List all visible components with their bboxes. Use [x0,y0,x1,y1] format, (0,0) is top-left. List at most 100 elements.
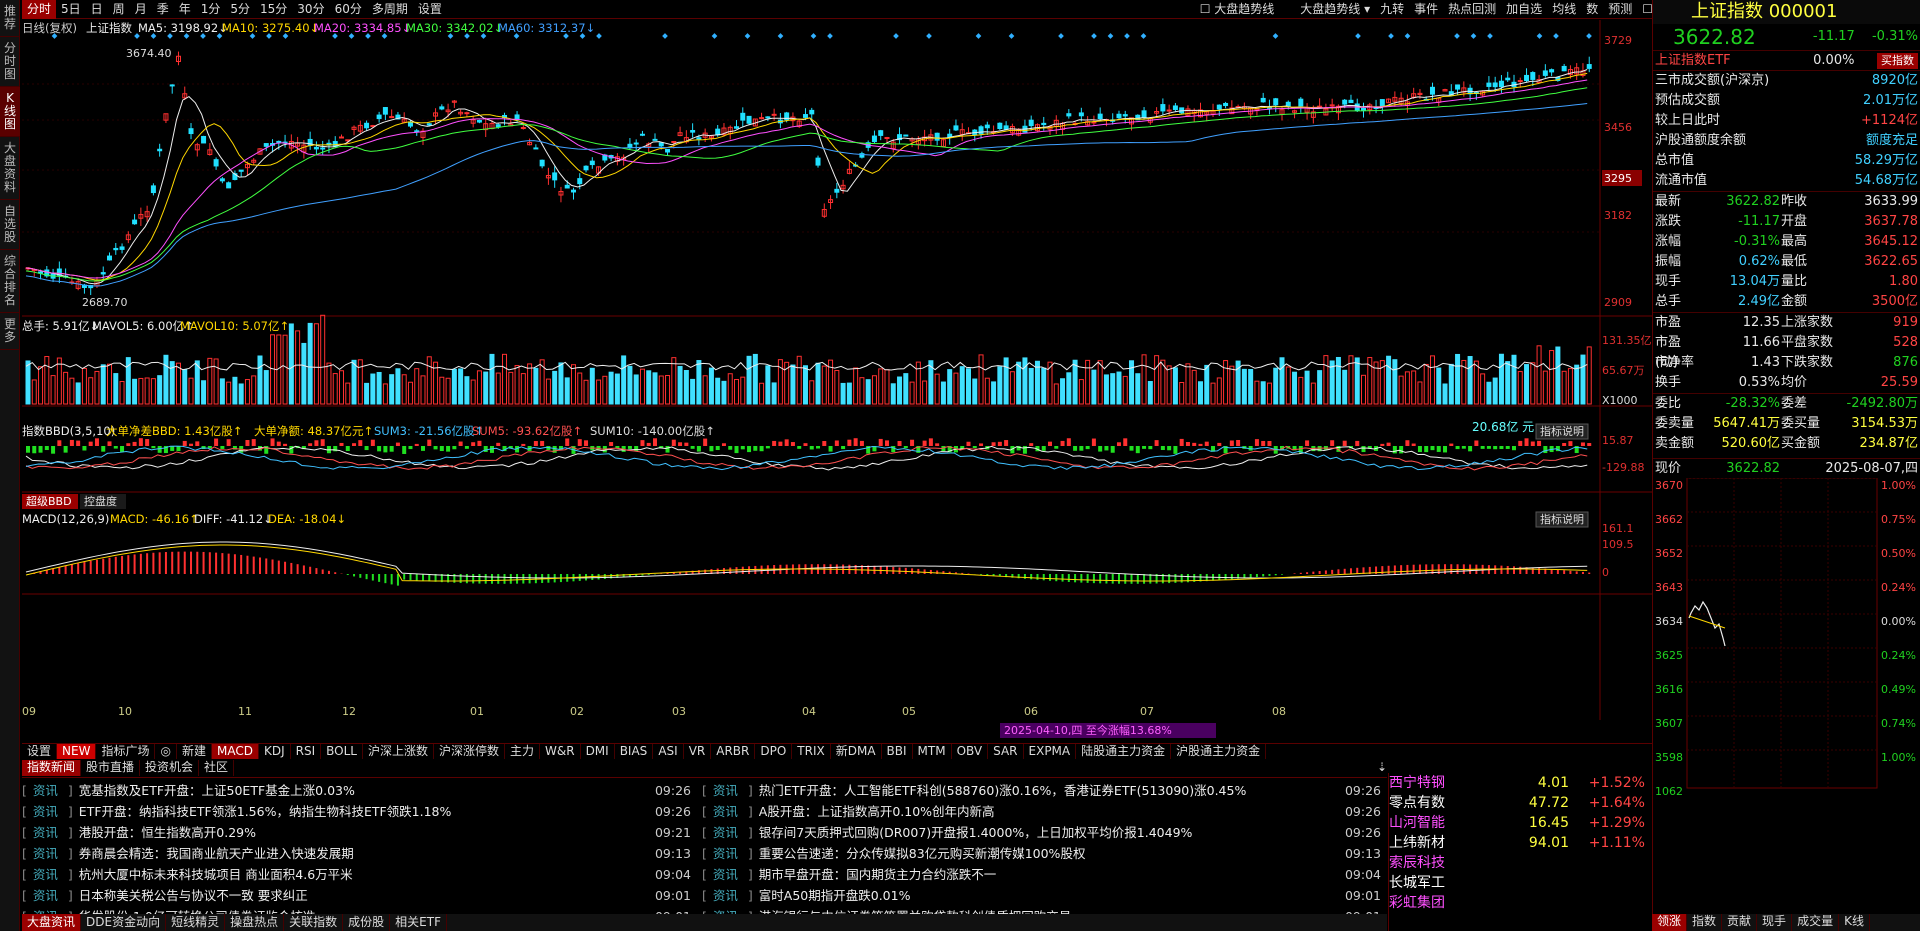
indicator-tab[interactable]: W&R [540,744,581,759]
right-footer-tab[interactable]: 成交量 [1792,914,1840,931]
indicator-tab[interactable]: MTM [913,744,952,759]
right-footer-tab[interactable]: 指数 [1687,914,1723,931]
indicator-tab[interactable]: RSI [291,744,322,759]
news-item[interactable]: [资讯] 日本称美关税公告与协议不一致 要求纠正 09:01 [22,885,697,906]
news-item[interactable]: [资讯] 杭州大厦中标未来科技城项目 商业面积4.6万平米 09:04 [22,864,697,885]
moving-average-button[interactable]: 均线 [1547,0,1581,19]
trend-line-dropdown[interactable]: 大盘趋势线 ▾ [1295,0,1375,19]
indicator-tab[interactable]: KDJ [259,744,291,759]
nav-more[interactable]: 更多 [0,313,20,350]
indicator-tab[interactable]: VR [684,744,712,759]
tab-month[interactable]: 月 [130,0,152,19]
indicator-tab[interactable]: DMI [581,744,615,759]
stock-row[interactable]: 上纬新材 94.01 +1.11% [1389,833,1652,853]
indicator-tab[interactable]: BBI [882,744,913,759]
indicator-tab[interactable]: TRIX [792,744,831,759]
kline-chart[interactable]: 日线(复权) 上证指数 MA5: 3198.92↓ MA10: 3275.40↓… [22,20,1652,742]
indicator-tab[interactable]: OBV [952,744,989,759]
footer-tab[interactable]: 短线精灵 [166,914,226,931]
download-icon[interactable]: ⇣ [1377,760,1387,776]
tab-5min[interactable]: 5分 [225,0,255,19]
mini-timeshare-chart[interactable]: 3670 3662 3652 3643 3634 3625 3616 3607 3598 1062… [1653,477,1919,808]
tab-15min[interactable]: 15分 [255,0,292,19]
news-item[interactable]: [资讯] 富时A50期指开盘跌0.01% 09:01 [702,885,1387,906]
nav-recommend[interactable]: 推荐 [0,0,20,37]
tab-opportunity[interactable]: 投资机会 [140,760,200,776]
footer-tab[interactable]: 关联指数 [284,914,344,931]
indicator-tab[interactable]: ◎ [155,744,177,759]
nav-timeshare[interactable]: 分时图 [0,37,20,87]
stock-row[interactable]: 西宁特钢 4.01 +1.52% [1389,773,1652,793]
indicator-tab[interactable]: 主力 [505,744,540,759]
footer-tab[interactable]: 操盘热点 [225,914,285,931]
right-footer-tab[interactable]: 贡献 [1722,914,1758,931]
news-item[interactable]: [资讯] 港股开盘：恒生指数高开0.29% 09:21 [22,822,697,843]
footer-tab[interactable]: 成份股 [343,914,391,931]
news-item[interactable]: [资讯] 宽基指数及ETF开盘：上证50ETF基金上涨0.03% 09:26 [22,780,697,801]
news-item[interactable]: [资讯] 重要公告速递：分众传媒拟83亿元购买新潮传媒100%股权 09:13 [702,843,1387,864]
stock-row[interactable]: 彩虹集团 [1389,893,1652,913]
nav-kline[interactable]: K线图 [0,87,20,137]
tab-quarter[interactable]: 季 [152,0,174,19]
tab-settings[interactable]: 设置 [413,0,447,19]
stock-price: 47.72 [1528,795,1569,811]
indicator-tab[interactable]: DPO [755,744,793,759]
indicator-tab[interactable]: 沪深涨停数 [434,744,505,759]
footer-tab[interactable]: DDE资金动向 [81,914,167,931]
footer-tab[interactable]: 相关ETF [390,914,447,931]
tab-community[interactable]: 社区 [199,760,235,776]
indicator-tab[interactable]: 沪股通主力资金 [1171,744,1267,759]
indicator-tab[interactable]: NEW [57,744,97,759]
indicator-tab[interactable]: SAR [988,744,1024,759]
etf-row[interactable]: 上证指数ETF 0.00% 买指数 [1653,50,1920,70]
stock-row[interactable]: 索辰科技 [1389,853,1652,873]
indicator-tab[interactable]: 陆股通主力资金 [1076,744,1172,759]
tab-year[interactable]: 年 [174,0,196,19]
right-footer-tab[interactable]: K线 [1839,914,1870,931]
tab-index-news[interactable]: 指数新闻 [22,760,82,776]
indicator-tab[interactable]: 指标广场 [96,744,156,759]
news-item[interactable]: [资讯] A股开盘：上证指数高开0.10%创年内新高 09:26 [702,801,1387,822]
nav-market-data[interactable]: 大盘资料 [0,137,20,200]
indicator-tab[interactable]: BIAS [615,744,654,759]
indicator-tab[interactable]: ARBR [711,744,756,759]
jiuzhuan-button[interactable]: 九转 [1375,0,1409,19]
indicator-tab[interactable]: 设置 [22,744,58,759]
add-watchlist-button[interactable]: 加自选 [1501,0,1547,19]
news-item[interactable]: [资讯] 券商晨会精选：我国商业航天产业进入快速发展期 09:13 [22,843,697,864]
right-footer-tab[interactable]: 领涨 [1652,914,1688,931]
indicator-tab[interactable]: MACD [211,744,259,759]
trend-line-checkbox[interactable]: ☐ 大盘趋势线 [1195,0,1280,19]
right-footer-tab[interactable]: 现手 [1757,914,1793,931]
buy-index-button[interactable]: 买指数 [1876,53,1918,69]
tab-1min[interactable]: 1分 [196,0,226,19]
stock-row[interactable]: 山河智能 16.45 +1.29% [1389,813,1652,833]
indicator-tab[interactable]: EXPMA [1024,744,1077,759]
stock-row[interactable]: 零点有数 47.72 +1.64% [1389,793,1652,813]
indicator-tab[interactable]: BOLL [321,744,363,759]
tab-timeshare[interactable]: 分时 [22,0,57,19]
tab-60min[interactable]: 60分 [330,0,367,19]
indicator-tab[interactable]: 沪深上涨数 [363,744,434,759]
news-item[interactable]: [资讯] ETF开盘：纳指科技ETF领涨1.56%，纳指生物科技ETF领跌1.18… [22,801,697,822]
indicator-tab[interactable]: 新DMA [831,744,882,759]
stock-row[interactable]: 长城军工 [1389,873,1652,893]
tab-live[interactable]: 股市直播 [81,760,141,776]
tab-30min[interactable]: 30分 [292,0,329,19]
tab-day[interactable]: 日 [86,0,108,19]
footer-tab[interactable]: 大盘资讯 [22,914,82,931]
tab-multi-period[interactable]: 多周期 [367,0,413,19]
news-item[interactable]: [资讯] 银存间7天质押式回购(DR007)开盘报1.4000%，上日加权平均价报… [702,822,1387,843]
nav-ranking[interactable]: 综合排名 [0,250,20,313]
indicator-tab[interactable]: 新建 [177,744,212,759]
indicator-tab[interactable]: ASI [653,744,684,759]
news-item[interactable]: [资讯] 期市早盘开盘：国内期货主力合约涨跌不一 09:04 [702,864,1387,885]
predict-button[interactable]: 预测 [1603,0,1637,19]
nav-watchlist[interactable]: 自选股 [0,200,20,250]
events-button[interactable]: 事件 [1409,0,1443,19]
tab-week[interactable]: 周 [108,0,130,19]
hot-backtest-button[interactable]: 热点回测 [1443,0,1501,19]
news-item[interactable]: [资讯] 热门ETF开盘：人工智能ETF科创(588760)涨0.16%，香港证券… [702,780,1387,801]
count-button[interactable]: 数 [1581,0,1603,19]
tab-5day[interactable]: 5日 [56,0,86,19]
